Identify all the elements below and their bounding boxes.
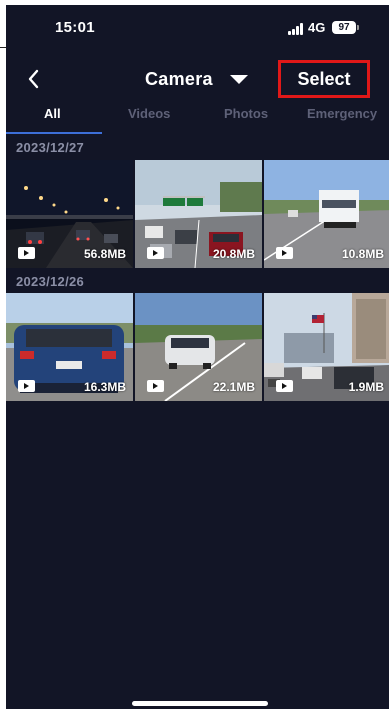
file-size: 22.1MB	[212, 380, 255, 394]
file-size: 20.8MB	[212, 247, 255, 261]
battery-icon: 97	[332, 21, 359, 34]
media-thumbnail[interactable]: 20.8MB	[135, 160, 262, 268]
tab-photos[interactable]: Photos	[224, 106, 268, 121]
network-label: 4G	[308, 20, 326, 35]
play-icon	[147, 380, 164, 392]
select-button[interactable]: Select	[278, 60, 370, 98]
status-time: 15:01	[55, 19, 95, 36]
media-thumbnail[interactable]: 1.9MB	[264, 293, 389, 401]
home-indicator[interactable]	[132, 701, 268, 706]
play-icon	[276, 380, 293, 392]
tab-all[interactable]: All	[44, 106, 61, 121]
date-header: 2023/12/27	[16, 140, 85, 155]
tab-videos[interactable]: Videos	[128, 106, 170, 121]
camera-selector[interactable]: Camera	[145, 66, 248, 92]
play-icon	[276, 247, 293, 259]
signal-icon	[288, 23, 306, 35]
chevron-left-icon[interactable]	[22, 65, 46, 93]
app-screen: 15:01 4G 97 Camera Select All Videos Pho…	[6, 5, 389, 709]
file-size: 56.8MB	[83, 247, 126, 261]
tab-emergency[interactable]: Emergency	[307, 106, 377, 121]
file-size: 10.8MB	[341, 247, 384, 261]
media-thumbnail[interactable]: 16.3MB	[6, 293, 133, 401]
date-header: 2023/12/26	[16, 274, 85, 289]
tab-underline	[6, 132, 102, 134]
file-size: 16.3MB	[83, 380, 126, 394]
media-thumbnail[interactable]: 22.1MB	[135, 293, 262, 401]
file-size: 1.9MB	[348, 380, 384, 394]
play-icon	[147, 247, 164, 259]
filter-tabs: All Videos Photos Emergency	[6, 102, 389, 136]
page-title: Camera	[145, 68, 213, 89]
media-thumbnail[interactable]: 10.8MB	[264, 160, 389, 268]
caret-down-icon	[229, 74, 248, 84]
media-thumbnail[interactable]: 56.8MB	[6, 160, 133, 268]
play-icon	[18, 380, 35, 392]
status-bar: 15:01 4G 97	[6, 5, 389, 49]
play-icon	[18, 247, 35, 259]
nav-bar: Camera Select	[6, 57, 389, 101]
